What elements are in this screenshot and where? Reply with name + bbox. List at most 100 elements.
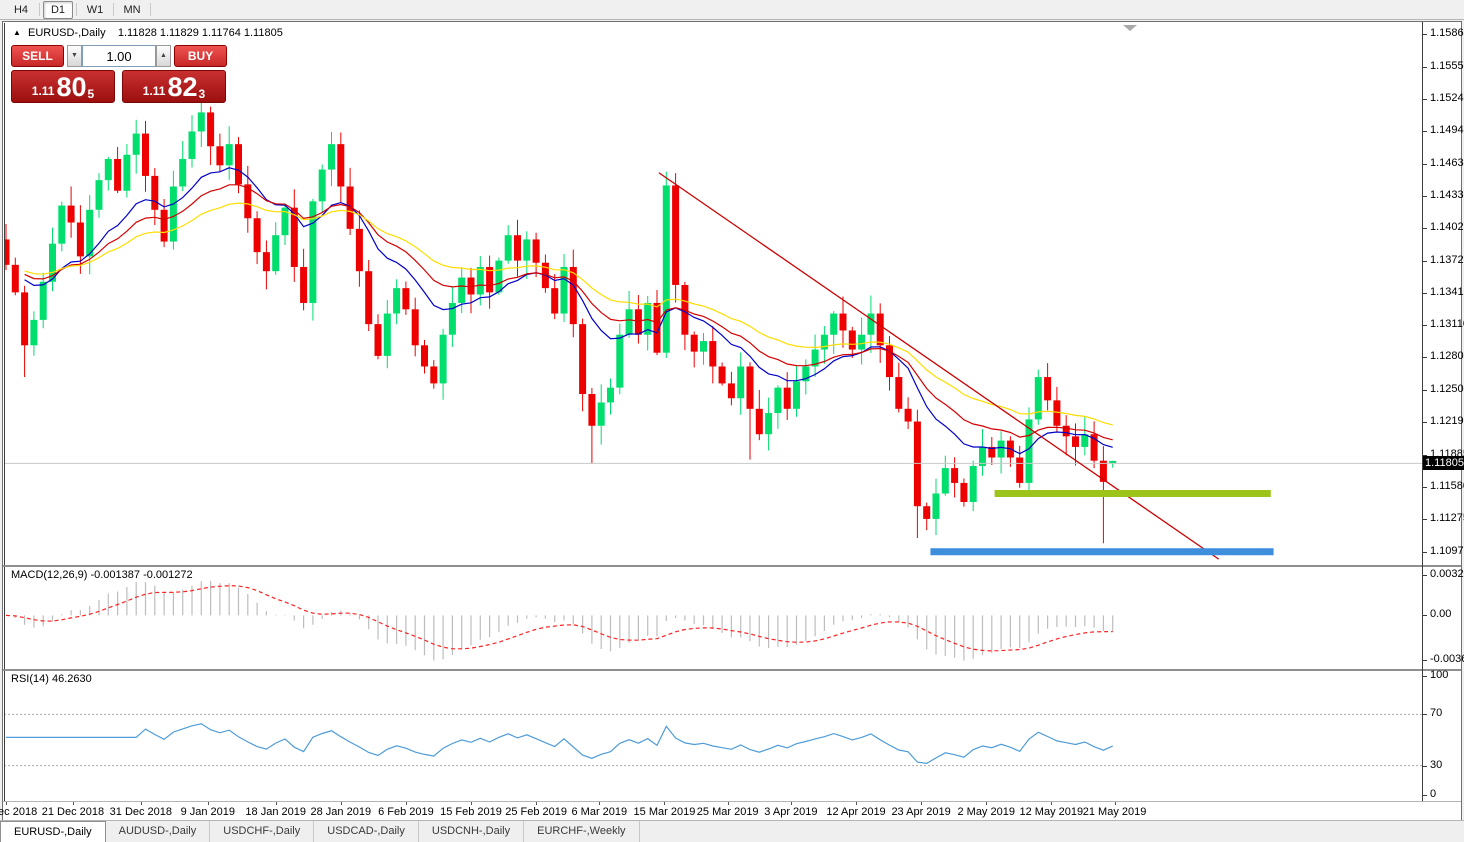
rsi-line	[6, 724, 1113, 764]
macd-axis-label: -0.003659	[1430, 653, 1464, 665]
timeframe-w1-button[interactable]: W1	[80, 1, 110, 19]
timeframe-mn-button[interactable]: MN	[117, 1, 147, 19]
macd-indicator-pane[interactable]	[4, 567, 1422, 669]
price-axis-label: 1.11580	[1430, 480, 1464, 492]
price-axis-label: 1.14025	[1430, 221, 1464, 233]
rsi-axis-tick	[1423, 714, 1427, 715]
buy-button[interactable]: BUY	[174, 45, 227, 67]
chart-ohlc-values: 1.11828 1.11829 1.11764 1.11805	[118, 27, 283, 39]
tab-usdcad-daily[interactable]: USDCAD-,Daily	[314, 821, 419, 842]
chart-shift-marker-icon[interactable]	[1123, 25, 1137, 31]
lot-size-input[interactable]	[82, 45, 156, 67]
ma-34-line	[25, 203, 1113, 425]
date-axis-label: 21 Dec 2018	[42, 806, 104, 818]
date-axis-tick	[728, 802, 729, 805]
price-axis-label: 1.14940	[1430, 124, 1464, 136]
price-axis-label: 1.15245	[1430, 92, 1464, 104]
price-axis-label: 1.12195	[1430, 415, 1464, 427]
buy-price-point: 3	[199, 88, 206, 100]
date-axis-tick	[73, 802, 74, 805]
timeframe-h4-button[interactable]: H4	[6, 1, 36, 19]
price-axis-label: 1.15860	[1430, 27, 1464, 39]
rsi-axis-tick	[1423, 676, 1427, 677]
rsi-axis-label: 100	[1430, 669, 1448, 681]
date-axis-tick	[141, 802, 142, 805]
price-axis-tick	[1423, 422, 1427, 423]
rsi-indicator-pane[interactable]	[4, 671, 1422, 801]
price-axis-tick	[1423, 325, 1427, 326]
date-axis-label: 25 Mar 2019	[697, 806, 759, 818]
date-axis-tick	[1051, 802, 1052, 805]
macd-axis-tick	[1423, 575, 1427, 576]
lower-support-bar[interactable]	[930, 548, 1273, 555]
price-axis-tick	[1423, 228, 1427, 229]
chart-tab-bar: EURUSD-,Daily AUDUSD-,Daily USDCHF-,Dail…	[0, 820, 1464, 842]
sell-price-display[interactable]: 1.11 80 5	[11, 70, 115, 103]
date-axis-tick	[406, 802, 407, 805]
tab-audusd-daily[interactable]: AUDUSD-,Daily	[106, 821, 211, 842]
date-axis-label: 21 May 2019	[1083, 806, 1147, 818]
date-axis-tick	[791, 802, 792, 805]
price-axis-label: 1.14635	[1430, 157, 1464, 169]
date-axis-label: 15 Mar 2019	[634, 806, 696, 818]
macd-indicator-label: MACD(12,26,9) -0.001387 -0.001272	[11, 569, 193, 581]
price-axis-border	[1422, 22, 1423, 801]
lot-decrease-button[interactable]: ▼	[67, 45, 82, 67]
date-axis-tick	[6, 802, 7, 805]
price-axis-label: 1.15550	[1430, 60, 1464, 72]
price-axis-tick	[1423, 487, 1427, 488]
macd-signal-line	[6, 586, 1113, 651]
toolbar-separator	[39, 3, 40, 16]
date-axis-label: 12 Apr 2019	[826, 806, 885, 818]
tab-usdcnh-daily[interactable]: USDCNH-,Daily	[419, 821, 524, 842]
date-axis-label: 15 Feb 2019	[440, 806, 502, 818]
price-axis-tick	[1423, 261, 1427, 262]
buy-price-display[interactable]: 1.11 82 3	[122, 70, 226, 103]
price-axis-tick	[1423, 67, 1427, 68]
price-axis-tick	[1423, 99, 1427, 100]
price-axis-tick	[1423, 293, 1427, 294]
toolbar-separator	[76, 3, 77, 16]
chart-symbol-title: EURUSD-,Daily	[28, 27, 106, 39]
sell-price-point: 5	[88, 88, 95, 100]
candles-layer	[4, 102, 1116, 543]
date-axis-tick	[276, 802, 277, 805]
date-axis-label: 2 May 2019	[957, 806, 1014, 818]
rsi-axis-label: 30	[1430, 759, 1442, 771]
tab-eurusd-daily[interactable]: EURUSD-,Daily	[0, 821, 106, 842]
lot-increase-button[interactable]: ▲	[156, 45, 171, 67]
date-axis-label: 6 Mar 2019	[572, 806, 628, 818]
ma-13-line	[25, 168, 1113, 454]
main-price-chart[interactable]	[4, 23, 1422, 565]
date-axis-tick	[471, 802, 472, 805]
price-axis-label: 1.10970	[1430, 545, 1464, 557]
tab-eurchf-weekly[interactable]: EURCHF-,Weekly	[524, 821, 639, 842]
support-level-bar[interactable]	[995, 490, 1271, 497]
date-axis-tick	[921, 802, 922, 805]
date-axis[interactable]: 12 Dec 201821 Dec 201831 Dec 20189 Jan 2…	[3, 801, 1461, 821]
buy-price-pips: 82	[167, 74, 197, 100]
rsi-axis-label: 70	[1430, 707, 1442, 719]
rsi-axis-tick	[1423, 766, 1427, 767]
price-axis-tick	[1423, 552, 1427, 553]
timeframe-d1-button[interactable]: D1	[43, 1, 73, 19]
one-click-trading-panel: SELL ▼ ▲ BUY 1.11 80 5 1.11 82 3	[11, 45, 233, 103]
price-axis-tick	[1423, 519, 1427, 520]
date-axis-label: 23 Apr 2019	[891, 806, 950, 818]
price-axis-tick	[1423, 357, 1427, 358]
mt4-application: H4 D1 W1 MN ▲ EURUSD-,Daily 1.11828 1.11…	[0, 0, 1464, 842]
toolbar-separator	[150, 3, 151, 16]
macd-axis-label: 0.003287	[1430, 568, 1464, 580]
macd-axis-tick	[1423, 615, 1427, 616]
date-axis-label: 3 Apr 2019	[764, 806, 817, 818]
current-price-tag: 1.11805	[1423, 456, 1464, 470]
sell-button[interactable]: SELL	[11, 45, 64, 67]
price-axis-tick	[1423, 164, 1427, 165]
price-axis-tick	[1423, 390, 1427, 391]
date-axis-tick	[341, 802, 342, 805]
rsi-axis-label: 0	[1430, 788, 1436, 800]
date-axis-label: 9 Jan 2019	[181, 806, 235, 818]
date-axis-label: 12 Dec 2018	[0, 806, 37, 818]
collapse-arrow-icon[interactable]: ▲	[13, 28, 21, 37]
tab-usdchf-daily[interactable]: USDCHF-,Daily	[210, 821, 314, 842]
